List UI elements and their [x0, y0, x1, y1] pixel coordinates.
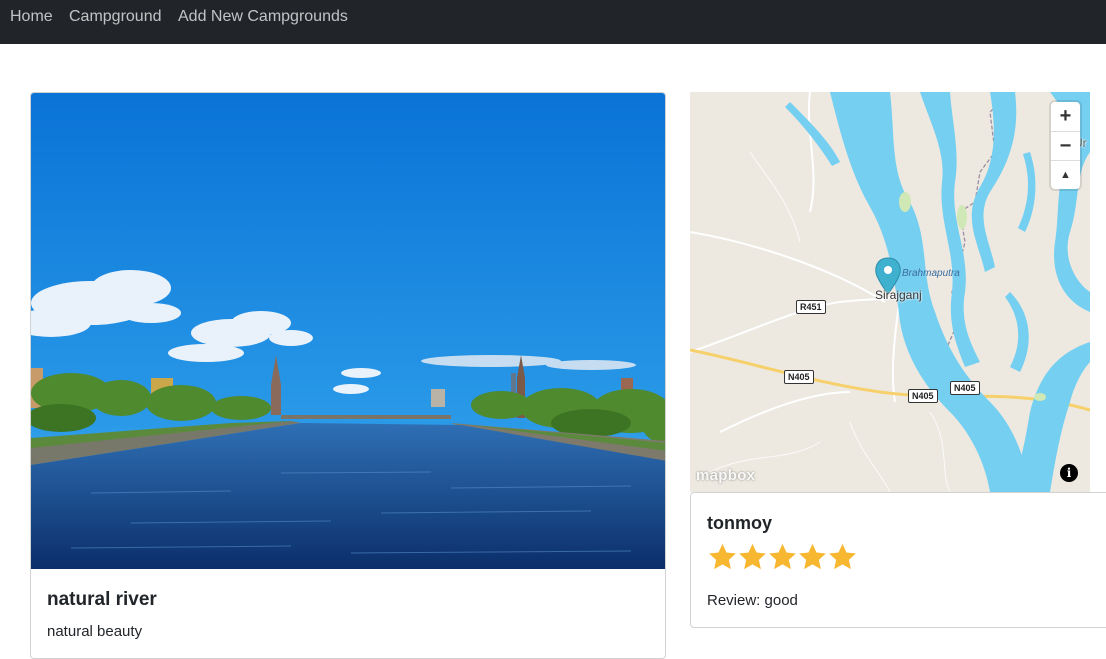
star-icon	[709, 543, 736, 570]
mapbox-logo[interactable]: mapbox	[696, 467, 755, 484]
nav-add-campground-link[interactable]: Add New Campgrounds	[178, 8, 348, 26]
campground-image	[31, 93, 665, 569]
star-icon	[799, 543, 826, 570]
road-shield: R451	[796, 300, 826, 314]
campground-map[interactable]: Brahmaputra Sirajganj Ur R451 N405 N405 …	[690, 92, 1090, 492]
road-shield: N405	[908, 389, 938, 403]
nav-home-link[interactable]: Home	[10, 8, 53, 26]
compass-icon: ▲	[1060, 169, 1071, 181]
star-icon	[829, 543, 856, 570]
campground-title: natural river	[47, 589, 157, 610]
star-icon	[739, 543, 766, 570]
compass-button[interactable]: ▲	[1051, 160, 1080, 189]
review-author: tonmoy	[707, 513, 772, 533]
campground-description: natural beauty	[47, 623, 143, 640]
zoom-in-button[interactable]: +	[1051, 102, 1080, 131]
star-rating	[707, 542, 857, 572]
attribution-info-button[interactable]: i	[1060, 464, 1078, 482]
road-shield: N405	[950, 381, 980, 395]
map-river-label: Brahmaputra	[902, 268, 960, 279]
review-card: tonmoy Review: good	[690, 492, 1106, 628]
navbar: Home Campground Add New Campgrounds	[0, 0, 1106, 44]
map-place-label: Sirajganj	[875, 288, 922, 302]
campground-card: natural river natural beauty	[30, 92, 666, 659]
zoom-out-button[interactable]: −	[1051, 131, 1080, 160]
review-text: Review: good	[707, 592, 798, 609]
map-controls: + − ▲	[1051, 102, 1080, 189]
road-shield: N405	[784, 370, 814, 384]
star-icon	[769, 543, 796, 570]
nav-campground-link[interactable]: Campground	[69, 8, 162, 26]
